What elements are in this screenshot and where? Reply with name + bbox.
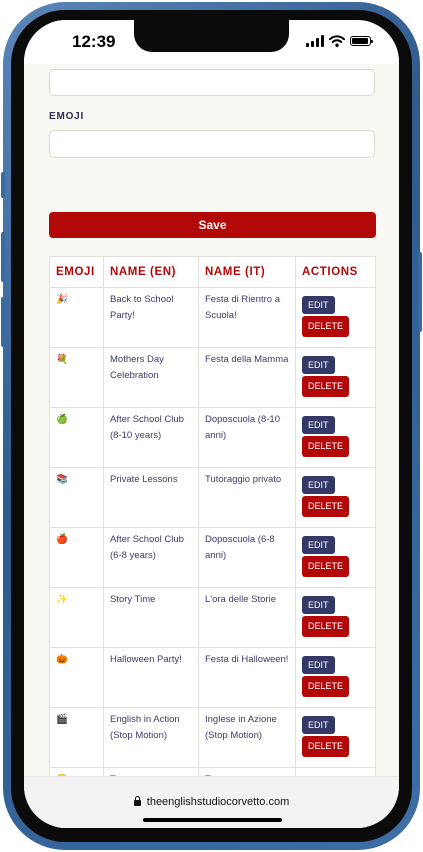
row-name-it: Festa di Halloween! (198, 647, 296, 708)
delete-button[interactable]: DELETE (302, 316, 350, 337)
edit-button[interactable]: EDIT (302, 356, 335, 374)
volume-up-button (1, 232, 5, 282)
table-row: 🎬 English in Action (Stop Motion) Ingles… (49, 707, 376, 768)
row-actions: EDIT DELETE (295, 347, 376, 408)
delete-button[interactable]: DELETE (302, 436, 350, 457)
row-name-en: Back to School Party! (103, 287, 199, 348)
row-emoji: 🎬 (49, 707, 104, 768)
header-name-en: NAME (EN) (103, 256, 199, 288)
row-name-it: Inglese in Azione (Stop Motion) (198, 707, 296, 768)
table-row: 💐 Mothers Day Celebration Festa della Ma… (49, 347, 376, 408)
table-row: 🎃 Halloween Party! Festa di Halloween! E… (49, 647, 376, 708)
row-actions: EDIT DELETE (295, 767, 376, 776)
url-text: theenglishstudiocorvetto.com (146, 796, 290, 808)
row-emoji: 📚 (49, 467, 104, 528)
wifi-icon (329, 35, 345, 47)
row-name-en: After School Club (8-10 years) (103, 407, 199, 468)
row-emoji: 🎉 (49, 287, 104, 348)
row-name-en: Story Time (103, 587, 199, 648)
row-name-en: Halloween Party! (103, 647, 199, 708)
url-display[interactable]: theenglishstudiocorvetto.com (24, 796, 399, 808)
row-name-it: Doposcuola (8-10 anni) (198, 407, 296, 468)
save-button[interactable]: Save (49, 212, 376, 238)
status-icons (306, 35, 373, 47)
delete-button[interactable]: DELETE (302, 496, 350, 517)
row-name-en: Mothers Day Celebration (103, 347, 199, 408)
row-actions: EDIT DELETE (295, 587, 376, 648)
edit-button[interactable]: EDIT (302, 596, 335, 614)
row-actions: EDIT DELETE (295, 407, 376, 468)
row-name-en: Test event (103, 767, 199, 776)
table-header-row: EMOJI NAME (EN) NAME (IT) ACTIONS (49, 256, 376, 288)
page-content: EMOJI Save EMOJI NAME (EN) NAME (IT) ACT… (24, 64, 399, 776)
row-name-en: Private Lessons (103, 467, 199, 528)
battery-icon (350, 36, 373, 46)
row-actions: EDIT DELETE (295, 707, 376, 768)
row-name-en: English in Action (Stop Motion) (103, 707, 199, 768)
delete-button[interactable]: DELETE (302, 556, 350, 577)
lock-icon (133, 796, 141, 806)
events-table: EMOJI NAME (EN) NAME (IT) ACTIONS 🎉 Back… (49, 256, 376, 776)
delete-button[interactable]: DELETE (302, 736, 350, 757)
home-indicator[interactable] (143, 818, 282, 822)
row-emoji: 😊 (49, 767, 104, 776)
row-emoji: 🎃 (49, 647, 104, 708)
emoji-field-label: EMOJI (49, 111, 85, 122)
header-actions: ACTIONS (295, 256, 376, 288)
edit-button[interactable]: EDIT (302, 416, 335, 434)
delete-button[interactable]: DELETE (302, 676, 350, 697)
delete-button[interactable]: DELETE (302, 616, 350, 637)
status-bar: 12:39 (24, 20, 399, 64)
row-name-it: Test event (198, 767, 296, 776)
edit-button[interactable]: EDIT (302, 716, 335, 734)
row-actions: EDIT DELETE (295, 647, 376, 708)
row-name-it: Doposcuola (6-8 anni) (198, 527, 296, 588)
header-emoji: EMOJI (49, 256, 104, 288)
emoji-field-input[interactable] (49, 130, 375, 158)
table-row: 🍎 After School Club (6-8 years) Doposcuo… (49, 527, 376, 588)
row-name-it: Tutoraggio privato (198, 467, 296, 528)
row-emoji: 🍏 (49, 407, 104, 468)
table-row: 📚 Private Lessons Tutoraggio privato EDI… (49, 467, 376, 528)
row-actions: EDIT DELETE (295, 287, 376, 348)
row-name-it: Festa della Mamma (198, 347, 296, 408)
table-row: 🍏 After School Club (8-10 years) Doposcu… (49, 407, 376, 468)
table-row: 🎉 Back to School Party! Festa di Rientro… (49, 287, 376, 348)
table-row: 😊 Test event Test event EDIT DELETE (49, 767, 376, 776)
volume-down-button (1, 297, 5, 347)
phone-screen: 12:39 EMOJI Save EMOJI NAME (EN) NAME (I… (24, 20, 399, 828)
delete-button[interactable]: DELETE (302, 376, 350, 397)
power-button (418, 252, 422, 332)
edit-button[interactable]: EDIT (302, 476, 335, 494)
cellular-signal-icon (306, 35, 324, 47)
edit-button[interactable]: EDIT (302, 656, 335, 674)
row-name-it: L'ora delle Storie (198, 587, 296, 648)
row-emoji: 💐 (49, 347, 104, 408)
action-button (1, 172, 5, 198)
row-emoji: 🍎 (49, 527, 104, 588)
notch (134, 20, 289, 52)
row-actions: EDIT DELETE (295, 527, 376, 588)
row-emoji: ✨ (49, 587, 104, 648)
edit-button[interactable]: EDIT (302, 536, 335, 554)
table-row: ✨ Story Time L'ora delle Storie EDIT DEL… (49, 587, 376, 648)
header-name-it: NAME (IT) (198, 256, 296, 288)
row-name-it: Festa di Rientro a Scuola! (198, 287, 296, 348)
previous-field-input[interactable] (49, 69, 375, 96)
edit-button[interactable]: EDIT (302, 296, 335, 314)
row-name-en: After School Club (6-8 years) (103, 527, 199, 588)
status-time: 12:39 (72, 32, 116, 51)
row-actions: EDIT DELETE (295, 467, 376, 528)
